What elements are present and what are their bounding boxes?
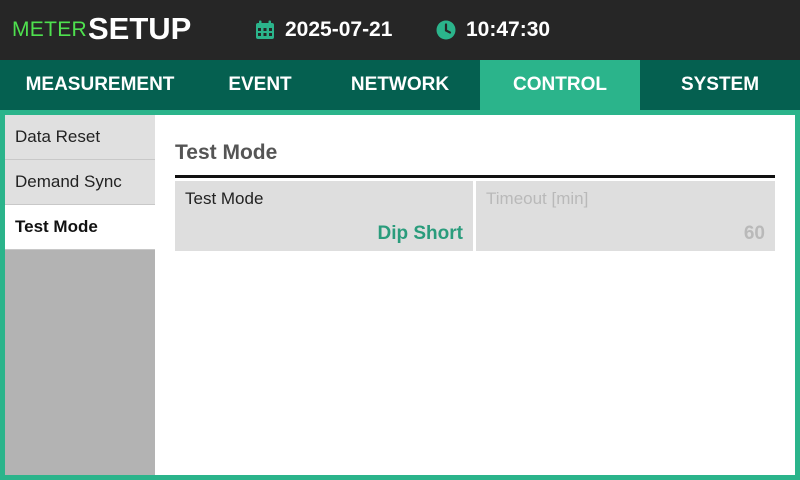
- timeout-field: Timeout [min] 60: [476, 181, 775, 251]
- test-mode-field[interactable]: Test Mode Dip Short: [175, 181, 473, 251]
- tab-measurement[interactable]: MEASUREMENT: [0, 60, 200, 110]
- test-mode-value: Dip Short: [377, 223, 464, 244]
- time-display: 10:47:30: [466, 18, 551, 41]
- tab-system[interactable]: SYSTEM: [640, 60, 800, 110]
- main-panel: Test Mode Test Mode Dip Short Timeout [m…: [155, 115, 795, 475]
- calendar-icon: [256, 20, 274, 39]
- date-display: 2025-07-21: [285, 18, 393, 41]
- test-mode-label: Test Mode: [185, 189, 264, 208]
- title-divider: [175, 175, 775, 178]
- sidebar: Data Reset Demand Sync Test Mode: [5, 115, 155, 475]
- tab-event[interactable]: EVENT: [200, 60, 320, 110]
- tab-network[interactable]: NETWORK: [320, 60, 480, 110]
- header-bar: METER SETUP 2025-07-21 10:47:30: [0, 0, 800, 60]
- timeout-value: 60: [743, 223, 765, 244]
- sidebar-item-demand-sync[interactable]: Demand Sync: [5, 160, 155, 205]
- tab-control[interactable]: CONTROL: [480, 60, 640, 110]
- tab-bar: MEASUREMENT EVENT NETWORK CONTROL SYSTEM: [0, 60, 800, 110]
- brand-prefix: METER: [12, 18, 87, 41]
- clock-icon: [436, 20, 456, 40]
- page-title: SETUP: [88, 11, 192, 46]
- timeout-label: Timeout [min]: [486, 189, 589, 208]
- sidebar-item-data-reset[interactable]: Data Reset: [5, 115, 155, 160]
- sidebar-item-test-mode[interactable]: Test Mode: [5, 205, 155, 250]
- section-title: Test Mode: [175, 141, 278, 164]
